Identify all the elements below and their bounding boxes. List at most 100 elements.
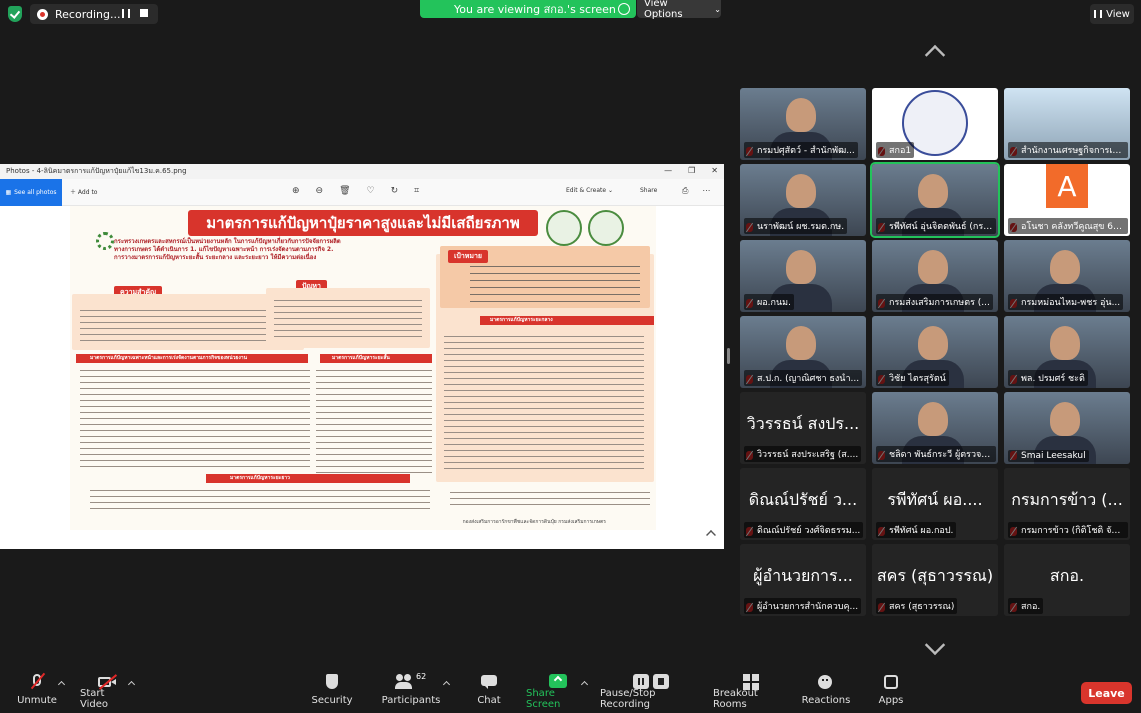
participant-person <box>918 402 948 436</box>
start-video-button[interactable]: Start Video <box>80 674 134 710</box>
participant-name: นราพัฒน์ ผช.รมต.กษ. <box>744 218 848 234</box>
participant-tile[interactable]: วิชัย ไตรสุรัตน์ <box>872 316 998 388</box>
edit-create-button[interactable]: Edit & Create ⌄ <box>566 187 613 194</box>
muted-mic-icon <box>28 672 46 690</box>
participant-name: วิวรรธน์ สงประเสริฐ (ส.... <box>744 446 862 462</box>
poster-title: มาตรการแก้ปัญหาปุ๋ยราคาสูงและไม่มีเสถียร… <box>188 210 538 236</box>
participant-tile[interactable]: กรมปศุสัตว์ - สำนักพัฒ... <box>740 88 866 160</box>
participant-tile[interactable]: นราพัฒน์ ผช.รมต.กษ. <box>740 164 866 236</box>
participant-tile[interactable]: กรมการข้าว (... กรมการข้าว (กิติโชติ จัน.… <box>1004 468 1130 540</box>
apps-button[interactable]: Apps <box>876 674 906 710</box>
zoom-out-icon[interactable]: ⊖ <box>316 186 324 196</box>
shared-screen-photos-window[interactable]: Photos - 4-ลินิคมาตรการแก้ปัญหาปุ๋ยแก้ไข… <box>0 164 724 549</box>
participant-tile[interactable]: ผู้อำนวยการ... ผู้อำนวยการสำนักควบคุ... <box>740 544 866 616</box>
measure2-label: มาตรการแก้ปัญหาระยะสั้น <box>332 355 390 361</box>
department-seal-logo <box>588 210 624 246</box>
favorite-icon[interactable]: ♡ <box>367 186 375 196</box>
view-options-button[interactable]: View Options ⌄ <box>637 0 721 20</box>
chevron-up-icon[interactable] <box>924 44 946 66</box>
add-to-button[interactable]: ＋ Add to <box>70 187 97 196</box>
apps-label: Apps <box>878 695 904 706</box>
participant-tile[interactable]: สำนักงานเศรษฐกิจการเกษตร <box>1004 88 1130 160</box>
participant-name: ชลิดา พันธ์กระวี ผู้ตรวจร... <box>876 446 996 462</box>
panel-splitter-handle[interactable] <box>727 348 730 364</box>
participant-person <box>918 326 948 360</box>
participant-name: ส.ป.ก. (ญาณิศชา ธงนำ... <box>744 370 863 386</box>
basic-agreement-details <box>450 490 650 510</box>
participants-options-caret[interactable] <box>442 680 451 689</box>
photos-toolbar: ▦ See all photos ＋ Add to ⊕ ⊖ 🗑 ♡ ↻ ⌗ Ed… <box>0 179 724 206</box>
breakout-rooms-button[interactable]: Breakout Rooms <box>713 674 789 710</box>
more-icon[interactable]: ⋯ <box>702 186 710 196</box>
encryption-shield-icon[interactable] <box>8 6 22 22</box>
photos-title: Photos - 4-ลินิคมาตรการแก้ปัญหาปุ๋ยแก้ไข… <box>6 167 187 175</box>
view-button[interactable]: View <box>1090 4 1134 24</box>
participant-person <box>1050 326 1080 360</box>
participant-tile[interactable]: สกอ1 <box>872 88 998 160</box>
participant-display-name: รพีทัศน์ ผอ.... <box>887 490 983 509</box>
reactions-icon <box>817 674 835 690</box>
participant-person <box>786 326 816 360</box>
participant-tile[interactable]: ชลิดา พันธ์กระวี ผู้ตรวจร... <box>872 392 998 464</box>
pause-stop-recording-button[interactable]: Pause/Stop Recording <box>600 674 702 710</box>
print-icon[interactable]: ⎙ <box>682 186 688 196</box>
participant-tile[interactable]: กรมหม่อนไหม-พชร อุ่น... <box>1004 240 1130 312</box>
window-controls: — ❐ ✕ <box>664 166 718 175</box>
share-screen-icon <box>549 674 567 688</box>
participant-tile[interactable]: สกอ. สกอ. <box>1004 544 1130 616</box>
participant-tile[interactable]: Smai Leesakul <box>1004 392 1130 464</box>
security-button[interactable]: Security <box>311 674 353 710</box>
participant-person <box>1050 250 1080 284</box>
participant-name: ผู้อำนวยการสำนักควบคุ... <box>744 598 862 614</box>
participant-tile[interactable]: สคร (สุธาวรรณ) สคร (สุธาวรรณ) <box>872 544 998 616</box>
participant-name: สกอ. <box>1008 598 1044 614</box>
participant-tile[interactable]: ผอ.กนม. <box>740 240 866 312</box>
participant-tile[interactable]: ส.ป.ก. (ญาณิศชา ธงนำ... <box>740 316 866 388</box>
participant-tile[interactable]: ดิณณ์ปรัชย์ ว... ดิณณ์ปรัชย์ วงศ์จิตธรรม.… <box>740 468 866 540</box>
participant-tile[interactable]: กรมส่งเสริมการเกษตร (... <box>872 240 998 312</box>
participant-tile[interactable]: A อโนชา คลังทวีคูณสุข 69... <box>1004 164 1130 236</box>
minimize-icon[interactable]: — <box>664 166 672 175</box>
see-all-photos-button[interactable]: ▦ See all photos <box>0 179 62 206</box>
participant-tile[interactable]: รพีทัศน์ อุ่นจิตตพันธ์ (กรมส่... <box>870 162 1000 238</box>
maximize-icon[interactable]: ❐ <box>688 166 695 175</box>
crop-icon[interactable]: ⌗ <box>414 186 419 196</box>
share-screen-button[interactable]: Share Screen <box>526 674 590 710</box>
zoom-in-icon[interactable]: ⊕ <box>292 186 300 196</box>
reactions-button[interactable]: Reactions <box>802 674 850 710</box>
participants-button[interactable]: 62 Participants <box>382 672 441 710</box>
pause-recording-icon[interactable] <box>122 9 130 18</box>
ministry-seal-logo <box>546 210 582 246</box>
participant-tile[interactable]: รพีทัศน์ ผอ.... รพีทัศน์ ผอ.กอป. <box>872 468 998 540</box>
expand-icon[interactable] <box>706 530 716 540</box>
info-icon[interactable] <box>618 3 630 15</box>
participant-name: สคร (สุธาวรรณ) <box>876 598 958 614</box>
recording-label: Recording... <box>55 7 121 21</box>
delete-icon[interactable]: 🗑 <box>339 186 350 196</box>
measure4-details <box>90 488 430 510</box>
chat-button[interactable]: Chat <box>476 674 502 710</box>
participant-tile[interactable]: วิวรรธน์ สงปร... วิวรรธน์ สงประเสริฐ (ส..… <box>740 392 866 464</box>
participant-tile[interactable]: พล. ปรมศร์ ชะติ <box>1004 316 1130 388</box>
top-bar: Recording... You are viewing สกอ.'s scre… <box>0 0 1141 28</box>
participant-name: อโนชา คลังทวีคูณสุข 69... <box>1008 218 1128 234</box>
poster-footer: กองส่งเสริมการอารักขาพืชและจัดการดินปุ๋ย… <box>70 512 656 530</box>
stop-recording-icon[interactable] <box>140 9 148 17</box>
video-off-icon <box>98 674 118 690</box>
close-icon[interactable]: ✕ <box>711 166 718 175</box>
rotate-icon[interactable]: ↻ <box>391 186 399 196</box>
participant-gallery: กรมปศุสัตว์ - สำนักพัฒ... สกอ1 สำนักงานเศร… <box>740 86 1132 626</box>
leave-button[interactable]: Leave <box>1081 682 1132 704</box>
measure3-label: มาตรการแก้ปัญหาระยะกลาง <box>490 317 553 323</box>
share-screen-label: Share Screen <box>526 688 561 710</box>
chevron-down-icon[interactable] <box>924 634 946 656</box>
participants-count: 62 <box>416 672 427 681</box>
unmute-button[interactable]: Unmute <box>17 672 57 710</box>
audio-options-caret[interactable] <box>57 680 66 689</box>
breakout-rooms-label: Breakout Rooms <box>713 688 758 710</box>
share-button[interactable]: Share <box>640 187 657 194</box>
participants-icon: 62 <box>395 672 427 690</box>
participant-name: วิชัย ไตรสุรัตน์ <box>876 370 949 386</box>
goal-panel: เป้าหมาย <box>440 246 650 308</box>
view-options-label: View Options <box>644 0 683 20</box>
